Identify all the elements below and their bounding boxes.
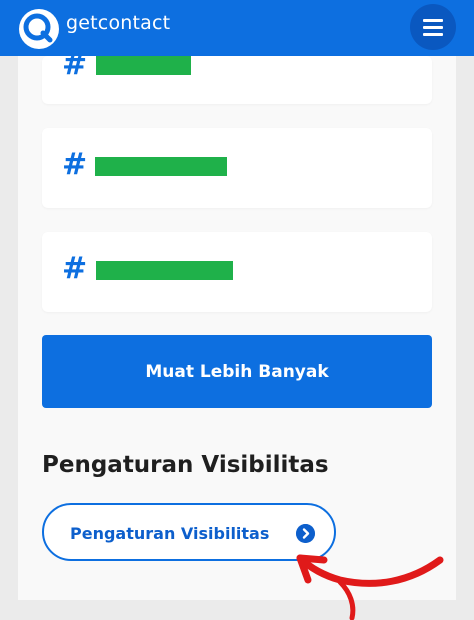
load-more-button[interactable]: Muat Lebih Banyak <box>42 335 432 408</box>
hidden-tag-value <box>96 56 191 75</box>
hidden-tag-value <box>96 261 233 280</box>
hamburger-menu-icon <box>423 26 443 29</box>
visibility-settings-label: Pengaturan Visibilitas <box>70 524 270 543</box>
hamburger-menu-icon <box>423 33 443 36</box>
tag-card: # <box>42 232 432 312</box>
tag-card: # <box>42 128 432 208</box>
hidden-tag-value <box>95 157 227 176</box>
hamburger-menu-icon <box>423 19 443 22</box>
logo-wordmark[interactable]: getcontact <box>66 12 170 34</box>
section-heading: Pengaturan Visibilitas <box>42 452 329 478</box>
hash-symbol: # <box>62 147 88 182</box>
hash-symbol: # <box>62 47 88 82</box>
red-arrow-annotation <box>296 554 444 620</box>
hamburger-menu-button[interactable] <box>410 4 456 50</box>
tag-card: # <box>42 50 432 104</box>
hash-symbol: # <box>62 251 88 286</box>
getcontact-logo-icon[interactable] <box>16 6 62 52</box>
